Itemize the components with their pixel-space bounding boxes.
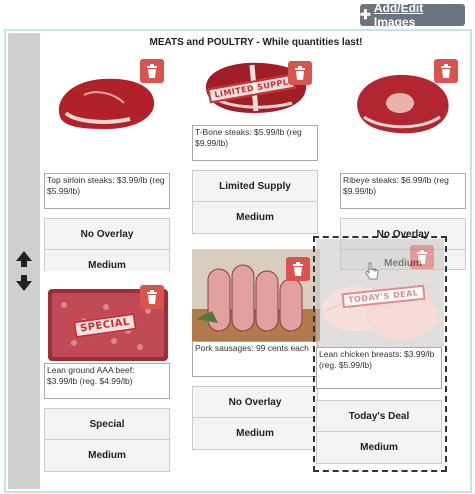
image-card-sirloin: Top sirloin steaks: $3.99/lb (reg $5.99/… [44,55,172,282]
trash-icon [295,66,305,80]
image-group-panel: MEATS and POULTRY - While quantities las… [4,29,472,493]
image-card-chicken[interactable]: TODAY'S DEAL Lean chicken breasts: $3.99… [313,236,447,472]
size-select[interactable]: Medium [316,432,442,464]
caption-field[interactable]: Top sirloin steaks: $3.99/lb (reg $5.99/… [44,173,170,209]
product-image: LIMITED SUPPL [192,55,320,121]
caption-field[interactable]: Lean chicken breasts: $3.99/lb (reg. $5.… [316,347,442,389]
delete-image-button[interactable] [140,285,164,309]
caption-field[interactable]: Pork sausages: 99 cents each [192,341,318,377]
product-image [44,55,172,145]
product-image: SPECIAL [44,271,172,363]
caption-field[interactable]: Lean ground AAA beef: $3.99/lb (reg. $4.… [44,363,170,399]
delete-image-button[interactable] [434,59,458,83]
overlay-select[interactable]: Limited Supply [192,170,318,202]
overlay-select[interactable]: No Overlay [44,218,170,250]
trash-icon [147,64,157,78]
size-select[interactable]: Medium [192,418,318,450]
panel-title: MEATS and POULTRY - While quantities las… [149,37,363,48]
vertical-move-icon [16,251,32,291]
size-select[interactable]: Medium [44,440,170,472]
image-card-sausages: Pork sausages: 99 cents each No Overlay … [192,249,320,450]
add-edit-images-button[interactable]: ✚ Add/Edit Images [360,1,465,29]
overlay-select[interactable]: Special [44,408,170,440]
image-card-tbone: LIMITED SUPPL T-Bone steaks: $5.99/lb (r… [192,55,320,234]
trash-icon [147,290,157,304]
delete-image-button[interactable] [140,59,164,83]
grab-cursor-icon [365,262,379,280]
product-image: TODAY'S DEAL [316,239,444,347]
product-image [340,55,468,145]
image-card-ground-beef: SPECIAL Lean ground AAA beef: $3.99/lb (… [44,271,172,472]
delete-image-button[interactable] [286,257,310,281]
overlay-select[interactable]: No Overlay [192,386,318,418]
delete-image-button[interactable] [288,61,312,85]
caption-field[interactable]: Ribeye steaks: $6.99/lb (reg $9.99/lb) [340,173,466,209]
trash-icon [417,250,427,264]
overlay-select[interactable]: Today's Deal [316,400,442,432]
size-select[interactable]: Medium [192,202,318,234]
product-image [192,249,320,341]
drag-handle[interactable] [8,33,40,489]
trash-icon [441,64,451,78]
trash-icon [293,262,303,276]
image-card-ribeye: Ribeye steaks: $6.99/lb (reg $9.99/lb) N… [340,55,468,270]
add-edit-images-label: Add/Edit Images [373,1,424,29]
delete-image-button[interactable] [410,245,434,269]
caption-field[interactable]: T-Bone steaks: $5.99/lb (reg $9.99/lb) [192,125,318,161]
plus-icon: ✚ [360,7,371,22]
